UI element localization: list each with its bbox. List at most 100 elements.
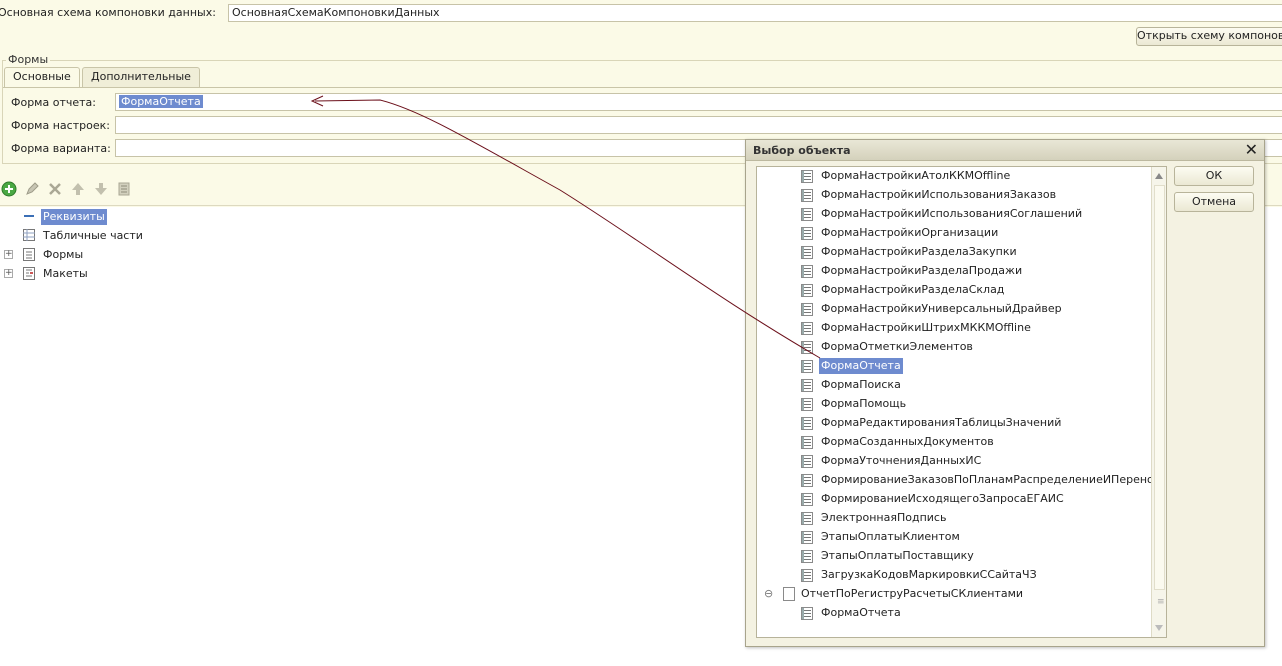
form-icon xyxy=(801,550,813,563)
open-schema-button[interactable]: Открыть схему компоновки xyxy=(1136,27,1282,46)
list-item-label: ФормаНастройкиУниверсальныйДрайвер xyxy=(821,302,1062,315)
list-item-label: ФормаНастройкиИспользованияСоглашений xyxy=(821,207,1083,220)
tree-item-tables[interactable]: Табличные части xyxy=(0,227,400,246)
scroll-grip-icon: ≡ xyxy=(1157,597,1165,607)
list-item[interactable]: ФормаНастройкиУниверсальныйДрайвер xyxy=(757,300,1147,319)
main-schema-field[interactable]: ОсновнаяСхемаКомпоновкиДанных xyxy=(228,4,1282,22)
expand-icon[interactable]: + xyxy=(4,269,13,278)
list-item[interactable]: ФормаНастройкиАтолККМOffline xyxy=(757,167,1147,186)
form-icon xyxy=(801,474,813,487)
list-item-label: ФормаУточненияДанныхИС xyxy=(821,454,982,467)
form-icon xyxy=(801,208,813,221)
form-icon xyxy=(801,360,813,373)
list-item-label: ЭтапыОплатыПоставщику xyxy=(821,549,974,562)
tree-item-attributes[interactable]: Реквизиты xyxy=(0,208,400,227)
report-form-value: ФормаОтчета xyxy=(119,95,203,108)
list-item[interactable]: ФормаОтчета xyxy=(757,604,1147,623)
list-item[interactable]: ФормаОтметкиЭлементов xyxy=(757,338,1147,357)
form-icon xyxy=(801,569,813,582)
form-icon xyxy=(801,246,813,259)
tree-item-label: Табличные части xyxy=(43,229,143,242)
list-item[interactable]: ФормаНастройкиИспользованияСоглашений xyxy=(757,205,1147,224)
list-item-label: ФормаОтметкиЭлементов xyxy=(821,340,973,353)
list-item-label: ЭлектроннаяПодпись xyxy=(821,511,947,524)
edit-icon[interactable] xyxy=(24,181,40,197)
scroll-thumb[interactable] xyxy=(1154,185,1165,590)
list-item[interactable]: ФормаПомощь xyxy=(757,395,1147,414)
tab-main[interactable]: Основные xyxy=(4,67,80,88)
main-schema-label: Основная схема компоновки данных: xyxy=(0,6,216,19)
tree-item-label: Макеты xyxy=(43,267,88,280)
variant-form-label: Форма варианта: xyxy=(11,142,111,155)
list-item[interactable]: ЭтапыОплатыКлиентом xyxy=(757,528,1147,547)
form-icon xyxy=(801,531,813,544)
list-group-label: ОтчетПоРегиструРасчетыСКлиентами xyxy=(801,587,1024,600)
add-icon[interactable] xyxy=(1,181,17,197)
list-item[interactable]: ЭлектроннаяПодпись xyxy=(757,509,1147,528)
close-icon[interactable]: ✕ xyxy=(1245,141,1258,159)
list-item-label: ФормаНастройкиРазделаСклад xyxy=(821,283,1005,296)
list-item[interactable]: ФормированиеЗаказовПоПланамРаспределение… xyxy=(757,471,1160,490)
form-icon xyxy=(801,493,813,506)
list-item[interactable]: ФормаУточненияДанныхИС xyxy=(757,452,1147,471)
list-item[interactable]: ФормаНастройкиРазделаСклад xyxy=(757,281,1147,300)
form-icon xyxy=(801,227,813,240)
ok-button[interactable]: ОК xyxy=(1174,166,1254,186)
forms-group-title: Формы xyxy=(6,53,51,66)
list-item[interactable]: ФормаПоиска xyxy=(757,376,1147,395)
table-icon xyxy=(23,229,35,242)
scroll-up-icon[interactable] xyxy=(1155,173,1163,179)
list-item[interactable]: ФормаНастройкиРазделаЗакупки xyxy=(757,243,1147,262)
list-item[interactable]: ФормированиеИсходящегоЗапросаЕГАИС xyxy=(757,490,1147,509)
form-icon xyxy=(801,379,813,392)
form-icon xyxy=(801,417,813,430)
form-icon xyxy=(801,398,813,411)
form-icon xyxy=(801,284,813,297)
move-up-icon[interactable] xyxy=(70,181,86,197)
form-icon xyxy=(801,436,813,449)
cancel-button[interactable]: Отмена xyxy=(1174,192,1254,212)
settings-form-label: Форма настроек: xyxy=(11,119,110,132)
list-item[interactable]: ЗагрузкаКодовМаркировкиССайтаЧЗ xyxy=(757,566,1147,585)
list-item-label: ФормаНастройкиШтрихМККМOffline xyxy=(821,321,1031,334)
dialog-title: Выбор объекта xyxy=(753,144,851,157)
settings-form-field[interactable] xyxy=(115,116,1282,134)
list-item[interactable]: ФормаРедактированияТаблицыЗначений xyxy=(757,414,1147,433)
scroll-down-icon[interactable] xyxy=(1155,625,1163,631)
object-list[interactable]: ФормаНастройкиАтолККМOffline ФормаНастрой… xyxy=(756,166,1167,638)
tree-item-forms[interactable]: + Формы xyxy=(0,246,400,265)
object-selection-dialog: Выбор объекта ✕ ФормаНастройкиАтолККМOff… xyxy=(745,139,1265,647)
list-item[interactable]: ФормаОтчета xyxy=(757,357,1147,376)
list-item-label: ФормаНастройкиИспользованияЗаказов xyxy=(821,188,1057,201)
list-item-label: ФормаОтчета xyxy=(819,358,903,374)
list-item[interactable]: ЭтапыОплатыПоставщику xyxy=(757,547,1147,566)
list-item-label: ФормаОтчета xyxy=(821,606,901,619)
list-item-label: ФормированиеЗаказовПоПланамРаспределение… xyxy=(821,473,1160,486)
list-scrollbar[interactable]: ≡ xyxy=(1151,167,1166,637)
list-item-label: ФормаНастройкиРазделаЗакупки xyxy=(821,245,1017,258)
list-item[interactable]: ФормаНастройкиИспользованияЗаказов xyxy=(757,186,1147,205)
list-item-label: ЭтапыОплатыКлиентом xyxy=(821,530,960,543)
list-group-item[interactable]: ⊖ ОтчетПоРегиструРасчетыСКлиентами xyxy=(757,585,1147,604)
move-down-icon[interactable] xyxy=(93,181,109,197)
list-item[interactable]: ФормаНастройкиОрганизации xyxy=(757,224,1147,243)
list-item-label: ФормаНастройкиРазделаПродажи xyxy=(821,264,1023,277)
list-item-label: ФормаРедактированияТаблицыЗначений xyxy=(821,416,1062,429)
list-item-label: ЗагрузкаКодовМаркировкиССайтаЧЗ xyxy=(821,568,1037,581)
attributes-icon xyxy=(23,211,35,224)
expand-icon[interactable]: + xyxy=(4,250,13,259)
report-form-label: Форма отчета: xyxy=(11,96,96,109)
tree-item-layouts[interactable]: + Макеты xyxy=(0,265,400,284)
delete-icon[interactable] xyxy=(47,181,63,197)
tab-additional[interactable]: Дополнительные xyxy=(82,67,200,87)
report-form-field[interactable]: ФормаОтчета xyxy=(115,93,1282,111)
report-icon xyxy=(783,587,795,601)
collapse-icon[interactable]: ⊖ xyxy=(764,587,773,600)
list-item[interactable]: ФормаНастройкиШтрихМККМOffline xyxy=(757,319,1147,338)
list-item[interactable]: ФормаСозданныхДокументов xyxy=(757,433,1147,452)
tree-item-label: Реквизиты xyxy=(41,209,107,225)
sort-icon[interactable] xyxy=(116,181,132,197)
list-item-label: ФормированиеИсходящегоЗапросаЕГАИС xyxy=(821,492,1064,505)
form-icon xyxy=(801,341,813,354)
list-item[interactable]: ФормаНастройкиРазделаПродажи xyxy=(757,262,1147,281)
